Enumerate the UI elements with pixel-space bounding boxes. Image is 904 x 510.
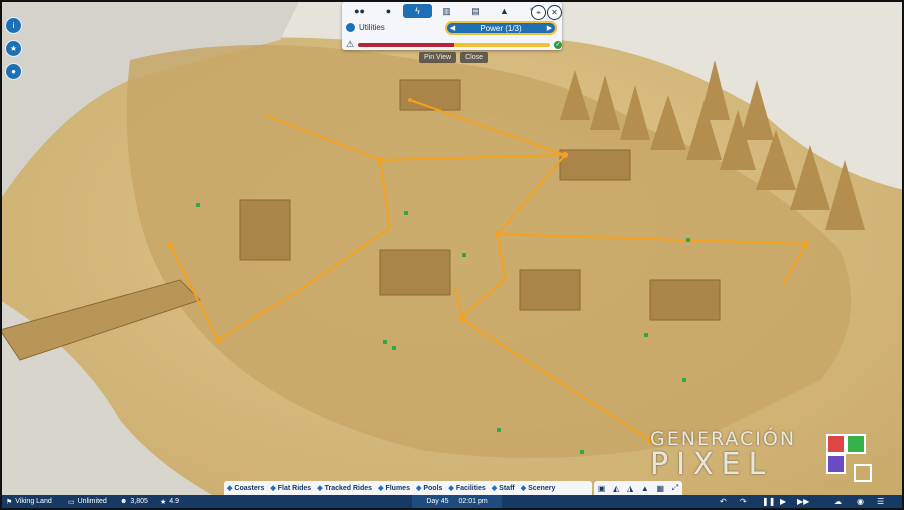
utilities-row: Utilities	[346, 23, 385, 32]
category-facilities[interactable]: ◆ Facilities	[445, 484, 488, 493]
play-icon[interactable]: ▶	[780, 495, 786, 508]
expand-icon[interactable]: ⤢	[672, 483, 678, 493]
flume-icon: ◆	[378, 485, 384, 492]
category-flumes[interactable]: ◆ Flumes	[375, 484, 413, 493]
time-value: 02:01 pm	[458, 498, 488, 505]
pin-icon[interactable]: ⌖	[531, 5, 546, 20]
park-info-icon[interactable]: ★	[5, 40, 22, 57]
undo-icon[interactable]: ↶	[720, 495, 727, 508]
paint-icon[interactable]: ◮	[627, 484, 633, 493]
category-scenery[interactable]: ◆ Scenery	[518, 484, 559, 493]
category-label: Flumes	[385, 484, 410, 492]
section-label: Utilities	[359, 23, 385, 32]
staff-icon: ◆	[491, 485, 498, 492]
close-icon[interactable]: ✕	[547, 5, 562, 20]
watermark-bottom: PIXEL	[650, 447, 774, 482]
pause-icon[interactable]: ❚❚	[762, 495, 775, 508]
guests-count-icon: ☻	[120, 498, 128, 505]
terrain-icon[interactable]: ◭	[613, 484, 619, 493]
guests-tab-icon[interactable]: ●●	[345, 4, 374, 18]
power-bar	[358, 42, 551, 47]
rating-star-icon: ★	[160, 498, 167, 506]
staff-tab-icon[interactable]: ●	[374, 4, 403, 18]
flat-ride-icon: ◆	[270, 485, 276, 492]
category-label: Staff	[499, 484, 515, 492]
close-button[interactable]: Close	[460, 52, 489, 63]
money-icon: ▭	[68, 498, 75, 506]
category-pools[interactable]: ◆ Pools	[413, 484, 445, 493]
notifications-icon[interactable]: ●	[5, 63, 22, 80]
utility-selector[interactable]: ◀ Power (1/3) ▶	[445, 21, 557, 35]
money-item[interactable]: ▭ Unlimited	[68, 495, 107, 508]
next-arrow-icon[interactable]: ▶	[544, 23, 555, 33]
build-categories: ◆ Coasters ◆ Flat Rides ◆ Tracked Rides ◆ Flume…	[224, 481, 592, 495]
view-buttons: Pin View Close	[419, 52, 489, 63]
building-tab-icon[interactable]: ▥	[432, 4, 461, 18]
coaster-icon: ◆	[227, 485, 233, 492]
left-toolbar: i ★ ●	[5, 17, 22, 80]
park-name: Viking Land	[15, 498, 52, 505]
map-icon[interactable]: ▣	[598, 484, 606, 493]
money-value: Unlimited	[77, 498, 107, 505]
scenery-icon: ◆	[520, 485, 527, 492]
category-staff[interactable]: ◆ Staff	[489, 484, 518, 493]
rating-value: 4.9	[169, 498, 180, 505]
utilities-tab-icon[interactable]: ϟ	[403, 4, 432, 18]
category-label: Tracked Rides	[324, 484, 373, 492]
check-icon: ✓	[554, 40, 563, 49]
watermark: GENERACIÓN PIXEL	[650, 428, 796, 480]
tracked-ride-icon: ◆	[317, 485, 323, 492]
utilities-panel: ●● ● ϟ ▥ ▤ ▲ ✎ ⌖ ✕ Utilities ◀ Power (1/…	[342, 2, 563, 50]
guests-value: 3,805	[130, 498, 148, 505]
camera-icon[interactable]: ▲	[641, 484, 649, 493]
facilities-icon: ◆	[448, 485, 454, 492]
redo-icon[interactable]: ↷	[740, 495, 747, 508]
category-label: Facilities	[455, 484, 486, 492]
park-name-item[interactable]: ⚑ Viking Land	[6, 495, 52, 508]
category-tracked-rides[interactable]: ◆ Tracked Rides	[314, 484, 375, 493]
day-value: Day 45	[426, 498, 449, 505]
power-status-row: ⚠ ✓	[346, 39, 563, 50]
category-label: Flat Rides	[277, 484, 312, 492]
watermark-logo-icon	[826, 434, 872, 482]
prev-arrow-icon[interactable]: ◀	[447, 23, 458, 33]
chart-tab-icon[interactable]: ▤	[461, 4, 490, 18]
category-label: Coasters	[234, 484, 265, 492]
date-time: Day 45 02:01 pm	[412, 495, 502, 508]
weather-icon[interactable]: ☁	[834, 495, 842, 508]
selector-value: Power (1/3)	[480, 23, 522, 33]
panel-tabs: ●● ● ϟ ▥ ▤ ▲ ✎	[345, 4, 548, 18]
menu-icon[interactable]: ☰	[877, 495, 884, 508]
camera-view-icon[interactable]: ◉	[857, 495, 864, 508]
pool-icon: ◆	[415, 485, 422, 492]
grid-icon[interactable]: ▦	[656, 484, 664, 493]
view-tools: ▣ ◭ ◮ ▲ ▦ ⤢	[594, 481, 682, 495]
fast-forward-icon[interactable]: ▶▶	[797, 495, 809, 508]
guests-icon[interactable]: i	[5, 17, 22, 34]
utilities-icon	[346, 23, 355, 32]
power-bar-fill	[358, 42, 455, 47]
category-flat-rides[interactable]: ◆ Flat Rides	[267, 484, 314, 493]
category-label: Scenery	[528, 484, 556, 492]
rating-item[interactable]: ★ 4.9	[160, 495, 179, 508]
category-label: Pools	[423, 484, 443, 492]
pin-view-button[interactable]: Pin View	[419, 52, 457, 63]
guests-item[interactable]: ☻ 3,805	[120, 495, 148, 508]
category-coasters[interactable]: ◆ Coasters	[224, 484, 267, 493]
mountain-tab-icon[interactable]: ▲	[490, 4, 519, 18]
warning-icon: ⚠	[346, 39, 355, 49]
park-flag-icon: ⚑	[6, 498, 13, 506]
